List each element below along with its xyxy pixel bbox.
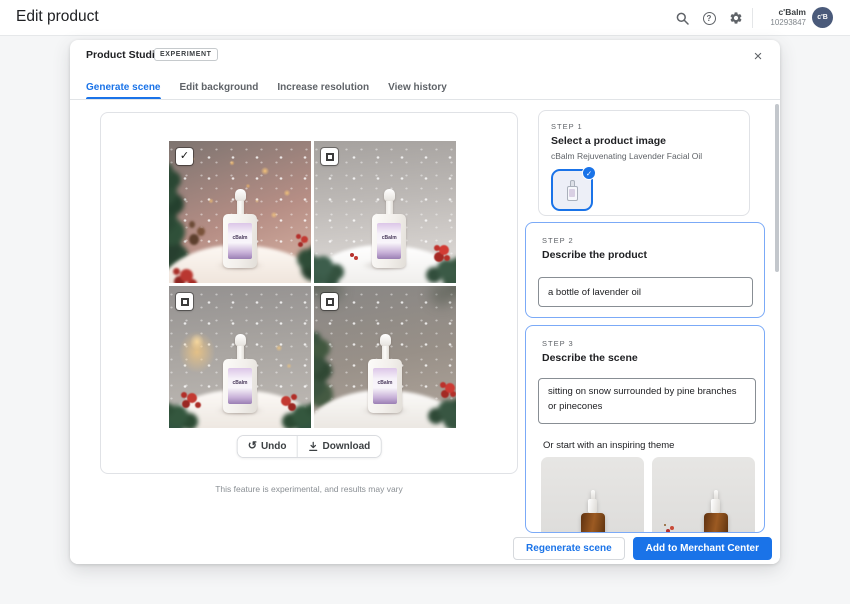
undo-button[interactable]: ↺ Undo (237, 436, 297, 457)
account-id: 10293847 (770, 17, 806, 27)
image-select-checkbox[interactable]: ✓ (321, 293, 338, 310)
theme-suggestion-label: Or start with an inspiring theme (543, 440, 675, 451)
product-image-thumbnail[interactable]: ✓ (551, 166, 596, 211)
mini-bottle-icon (566, 179, 578, 201)
dialog-tabs: Generate scene Edit background Increase … (70, 76, 780, 100)
product-description-input[interactable] (538, 277, 753, 307)
step3-eyebrow: STEP 3 (542, 339, 574, 348)
top-app-bar: Edit product ? c'Balm 10293847 c'B (0, 0, 850, 36)
step2-eyebrow: STEP 2 (542, 236, 574, 245)
theme-thumbnail-1[interactable] (541, 457, 644, 532)
theme-thumbnail-2[interactable] (652, 457, 755, 532)
account-info[interactable]: c'Balm 10293847 (756, 7, 806, 28)
product-bottle: cBalm (367, 334, 403, 413)
scene-description-textarea[interactable]: sitting on snow surrounded by pine branc… (538, 378, 756, 424)
settings-gear-icon[interactable] (728, 10, 744, 26)
tab-generate-scene[interactable]: Generate scene (86, 75, 161, 99)
experiment-badge: EXPERIMENT (154, 48, 218, 61)
avatar[interactable]: c'B (812, 7, 833, 28)
selected-check-badge: ✓ (582, 166, 596, 180)
product-bottle: cBalm (222, 189, 258, 268)
add-to-merchant-center-button[interactable]: Add to Merchant Center (632, 537, 772, 560)
step2-title: Describe the product (542, 249, 648, 261)
product-bottle: cBalm (371, 189, 407, 268)
dialog-footer: Regenerate scene Add to Merchant Center (70, 533, 780, 564)
panel-scrollbar[interactable] (775, 104, 779, 272)
image-select-checkbox[interactable]: ✓ (176, 148, 193, 165)
step3-title: Describe the scene (542, 352, 638, 364)
result-actions: ↺ Undo Download (236, 435, 382, 458)
account-name: c'Balm (778, 7, 806, 17)
step3-card: STEP 3 Describe the scene sitting on sno… (525, 325, 765, 533)
experimental-disclaimer: This feature is experimental, and result… (215, 484, 403, 494)
tab-increase-resolution[interactable]: Increase resolution (277, 75, 369, 99)
undo-icon: ↺ (247, 440, 257, 452)
checkbox-square-glyph (325, 152, 334, 161)
checkbox-square-glyph (180, 297, 189, 306)
step2-card: STEP 2 Describe the product (525, 222, 765, 318)
download-icon (307, 441, 318, 452)
checkbox-square-glyph (325, 297, 334, 306)
generated-image-1[interactable]: cBalm ✓ (169, 141, 311, 283)
download-label: Download (322, 441, 371, 452)
step1-title: Select a product image (551, 135, 666, 147)
product-bottle: cBalm (222, 334, 258, 413)
amber-bottle-icon (701, 490, 731, 532)
page-title: Edit product (16, 8, 99, 25)
undo-label: Undo (260, 441, 287, 452)
product-studio-dialog: Product Studio EXPERIMENT × Generate sce… (70, 40, 780, 564)
checkbox-check-glyph: ✓ (179, 150, 190, 162)
generated-image-4[interactable]: cBalm ✓ (314, 286, 456, 428)
topbar-divider (752, 8, 753, 28)
generated-image-3[interactable]: cBalm ✓ (169, 286, 311, 428)
search-icon[interactable] (674, 10, 690, 26)
step1-product-name: cBalm Rejuvenating Lavender Facial Oil (551, 151, 703, 161)
regenerate-scene-button[interactable]: Regenerate scene (513, 537, 625, 560)
dialog-title: Product Studio (86, 49, 162, 61)
generated-image-2[interactable]: cBalm ✓ (314, 141, 456, 283)
image-select-checkbox[interactable]: ✓ (176, 293, 193, 310)
help-icon[interactable]: ? (701, 10, 717, 26)
tab-edit-background[interactable]: Edit background (180, 75, 259, 99)
amber-bottle-icon (578, 490, 608, 532)
step1-eyebrow: STEP 1 (551, 122, 583, 131)
generated-results-panel: cBalm ✓ cBalm cBalm cBalm ↺ Undo Downloa… (100, 112, 518, 474)
tab-view-history[interactable]: View history (388, 75, 447, 99)
image-select-checkbox[interactable]: ✓ (321, 148, 338, 165)
close-icon[interactable]: × (749, 47, 767, 65)
download-button[interactable]: Download (297, 436, 381, 457)
generated-image-grid: cBalm ✓ cBalm cBalm cBalm (169, 141, 458, 430)
step1-card: STEP 1 Select a product image cBalm Reju… (538, 110, 750, 216)
